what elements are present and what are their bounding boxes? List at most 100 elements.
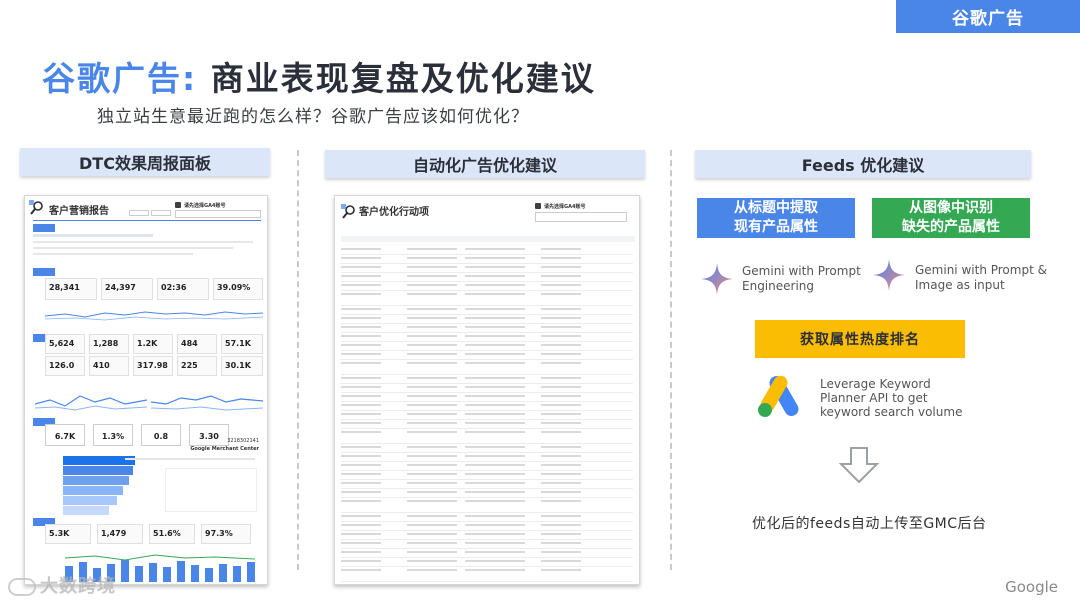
kpi-value: 1,479	[101, 529, 127, 538]
summary-line-4	[33, 253, 193, 255]
table-cell	[465, 446, 525, 448]
gauge-card: 1.3%	[93, 424, 133, 446]
trend-chart-2	[35, 395, 147, 411]
table-cell	[341, 308, 381, 310]
kpi-value: 30.1K	[225, 361, 251, 370]
table-row	[341, 419, 633, 420]
table-cell	[465, 284, 525, 286]
action-account-label: 请先选择GA4账号	[544, 204, 586, 210]
funnel-bar	[63, 496, 117, 505]
table-cell	[407, 569, 457, 571]
account-select[interactable]	[175, 210, 261, 218]
table-cell	[541, 377, 581, 379]
table-cell	[341, 542, 381, 544]
table-cell	[341, 257, 381, 259]
table-cell	[341, 551, 381, 553]
table-cell	[541, 404, 581, 406]
action-account-select[interactable]	[535, 212, 627, 222]
table-row	[341, 272, 633, 273]
kpi-value: 225	[181, 361, 198, 370]
table-cell	[465, 395, 525, 397]
table-cell	[341, 404, 381, 406]
table-cell	[465, 293, 525, 295]
kpi-card: 410	[89, 356, 129, 376]
gemini-sparkle-icon	[701, 263, 733, 295]
table-cell	[541, 395, 581, 397]
table-cell	[465, 326, 525, 328]
table-cell	[407, 551, 457, 553]
kpi-value: 410	[93, 361, 110, 370]
table-cell	[465, 275, 525, 277]
table-cell	[465, 473, 525, 475]
table-cell	[541, 248, 581, 250]
kpi-value: 317.98	[137, 361, 168, 370]
title-brand: 谷歌广告:	[42, 59, 198, 98]
middle-column-header: 自动化广告优化建议	[325, 150, 645, 178]
table-cell	[407, 257, 457, 259]
table-row	[341, 290, 633, 291]
table-cell	[407, 515, 457, 517]
table-cell	[341, 491, 381, 493]
table-cell	[465, 386, 525, 388]
table-cell	[465, 344, 525, 346]
table-cell	[407, 422, 457, 424]
funnel-bar	[63, 486, 123, 495]
table-row	[341, 488, 633, 489]
gauge-card: 0.8	[141, 424, 181, 446]
table-cell	[407, 404, 457, 406]
table-cell	[341, 500, 381, 502]
table-cell	[341, 326, 381, 328]
table-cell	[341, 446, 381, 448]
table-cell	[465, 515, 525, 517]
table-cell	[341, 317, 381, 319]
table-cell	[465, 335, 525, 337]
date-start-field[interactable]	[129, 210, 149, 216]
table-row	[341, 497, 633, 498]
table-cell	[465, 431, 525, 433]
kpi-value: 1.2K	[137, 339, 158, 348]
funnel-bar	[63, 476, 129, 485]
funnel-table	[165, 468, 257, 512]
table-cell	[341, 335, 381, 337]
kpi-card: 126.0	[45, 356, 85, 376]
table-cell	[407, 317, 457, 319]
kpi-value: 39.09%	[217, 283, 251, 292]
table-row	[341, 323, 633, 324]
kpi-value: 1,288	[93, 339, 119, 348]
date-end-field[interactable]	[151, 210, 171, 216]
table-cell	[341, 248, 381, 250]
table-cell	[465, 422, 525, 424]
table-cell	[541, 455, 581, 457]
table-cell	[341, 413, 381, 415]
table-cell	[407, 386, 457, 388]
summary-line-2	[33, 241, 253, 243]
magnifier-icon	[29, 200, 43, 215]
table-row	[341, 281, 633, 282]
table-row	[341, 332, 633, 333]
section-tag-1	[33, 224, 55, 232]
table-row	[341, 581, 633, 582]
table-cell	[341, 515, 381, 517]
dashboard-account-label: 请先选择GA4账号	[184, 203, 226, 209]
kpi-card: 30.1K	[221, 356, 263, 376]
table-cell	[407, 446, 457, 448]
merchant-id: 3218302141	[227, 438, 259, 444]
table-row	[341, 305, 633, 306]
table-cell	[465, 248, 525, 250]
table-cell	[541, 551, 581, 553]
table-cell	[541, 500, 581, 502]
final-upload-text: 优化后的feeds自动上传至GMC后台	[752, 516, 987, 532]
table-cell	[341, 455, 381, 457]
table-cell	[341, 377, 381, 379]
kpi-value: 5,624	[49, 339, 75, 348]
google-ads-icon	[758, 375, 799, 417]
table-row	[341, 470, 633, 471]
table-cell	[541, 542, 581, 544]
table-row	[341, 566, 633, 567]
kpi-value: 24,397	[105, 283, 136, 292]
gauge-card: 6.7K	[45, 424, 85, 446]
table-cell	[407, 482, 457, 484]
table-cell	[541, 431, 581, 433]
table-row	[341, 341, 633, 342]
table-cell	[341, 266, 381, 268]
